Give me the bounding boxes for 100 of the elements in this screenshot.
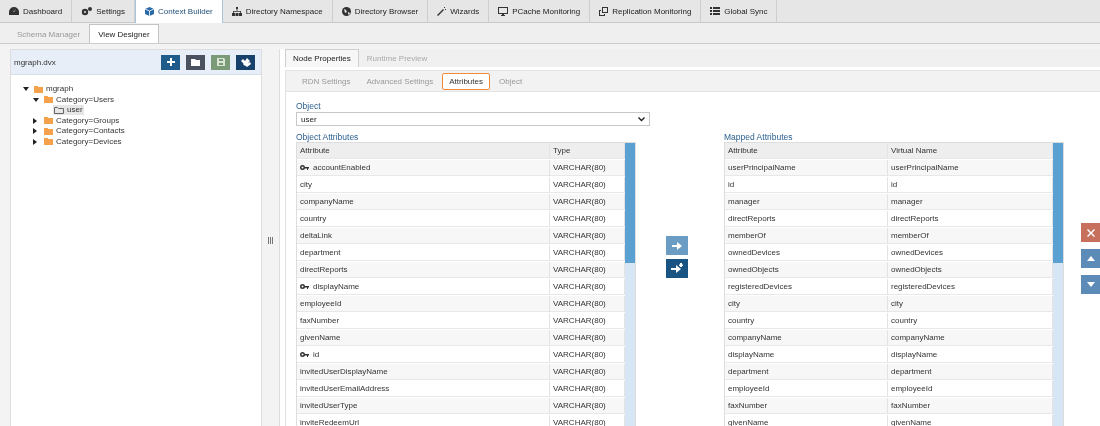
table-cell: employeeId [725,381,888,397]
table-cell: givenName [297,330,550,346]
table-cell: invitedUserEmailAddress [297,381,550,397]
tree-item[interactable]: Category=Groups [43,115,121,126]
table-cell: userPrincipalName [888,160,1053,176]
table-cell: id [888,177,1053,193]
table-cell: invitedUserDisplayName [297,364,550,380]
table-title: Mapped Attributes [724,133,794,142]
table-cell: country [725,313,888,329]
table-cell: id [725,177,888,193]
table-cell: faxNumber [297,313,550,329]
field-label: Object [296,101,322,111]
table-cell: manager [888,194,1053,210]
monitor-icon [498,6,509,16]
chevron-icon [638,116,645,122]
scrollbar[interactable] [625,143,635,426]
table-cell: employeeId [297,296,550,312]
column-header: Virtual Name [888,143,1053,159]
panel-tab[interactable]: Node Properties [285,49,359,67]
plus-icon [166,58,175,66]
table-cell: invitedUserType [297,398,550,414]
nav-tab[interactable]: Context Builder [135,0,223,23]
table-cell: displayName [888,347,1053,363]
tree-item[interactable]: Category=Users [43,94,116,105]
column-header: Attribute [725,143,888,159]
save-button[interactable] [211,54,231,70]
key-icon [300,164,309,171]
move-up-button[interactable] [1081,249,1100,268]
grip-icon [268,237,274,244]
close-icon [1086,228,1095,237]
table-cell: ownedObjects [725,262,888,278]
object-dropdown[interactable]: user [296,112,650,126]
add-button[interactable] [161,54,181,70]
file-name: mgraph.dvx [14,57,56,67]
cube-icon [145,7,155,16]
collapsed-caret-icon[interactable] [33,128,37,135]
table-cell: city [297,177,550,193]
tree-item[interactable]: Category=Devices [43,136,123,147]
table-cell: registeredDevices [725,279,888,295]
caret-down-icon [1086,282,1095,287]
table-cell: companyName [297,194,550,210]
table-cell: companyName [725,330,888,346]
save-icon [216,58,225,66]
expanded-caret-icon[interactable] [23,87,29,92]
caret-up-icon [1086,256,1095,261]
gauge-icon [9,7,19,15]
folder-icon [190,58,201,66]
expanded-caret-icon[interactable] [33,97,39,102]
collapsed-caret-icon[interactable] [33,117,37,124]
arrow-right-icon [672,240,682,251]
table-cell: displayName [297,279,550,295]
table-cell: department [297,245,550,261]
table-cell: directReports [297,262,550,278]
copy-icon [599,6,609,16]
table-cell: displayName [725,347,888,363]
globe-icon [341,6,351,16]
arrow-sparkle-icon [671,263,683,274]
table-cell: givenName [725,415,888,426]
tree-item[interactable]: mgraph [33,84,75,95]
table-cell: accountEnabled [297,160,550,176]
sub-tab[interactable]: View Designer [89,24,159,43]
move-down-button[interactable] [1081,275,1100,294]
list-icon [710,7,721,15]
table-cell: faxNumber [725,398,888,414]
table-cell: city [888,296,1053,312]
table-title: Object Attributes [296,133,360,142]
property-tab[interactable]: Attributes [442,72,490,90]
table-cell: deltaLink [297,228,550,244]
table-cell: inviteRedeemUrl [297,415,550,426]
table-cell: companyName [888,330,1053,346]
key-icon [300,283,309,290]
table-cell: memberOf [888,228,1053,244]
table-cell: directReports [888,211,1053,227]
table-cell: ownedObjects [888,262,1053,278]
table-cell: country [297,211,550,227]
remove-button[interactable] [1081,223,1100,242]
table-cell: faxNumber [888,398,1053,414]
tree-item[interactable]: Category=Contacts [43,126,126,137]
table-cell: employeeId [888,381,1053,397]
deploy-button[interactable] [236,54,256,70]
key-icon [300,351,309,358]
add-all-button[interactable] [666,259,688,278]
table-cell: department [725,364,888,380]
open-button[interactable] [186,54,206,70]
tree-item[interactable]: user [53,105,84,116]
table-cell: memberOf [725,228,888,244]
table-cell: manager [725,194,888,210]
scrollbar[interactable] [1053,143,1063,426]
table-cell: ownedDevices [725,245,888,261]
table-cell: department [888,364,1053,380]
wand-icon [437,6,447,16]
table-cell: userPrincipalName [725,160,888,176]
column-header: Attribute [297,143,550,159]
table-cell: directReports [725,211,888,227]
hierarchy-icon [231,6,242,16]
table-cell: country [888,313,1053,329]
gear-icon [81,6,93,16]
collapsed-caret-icon[interactable] [33,138,37,145]
table-cell: ownedDevices [888,245,1053,261]
table-cell: id [297,347,550,363]
